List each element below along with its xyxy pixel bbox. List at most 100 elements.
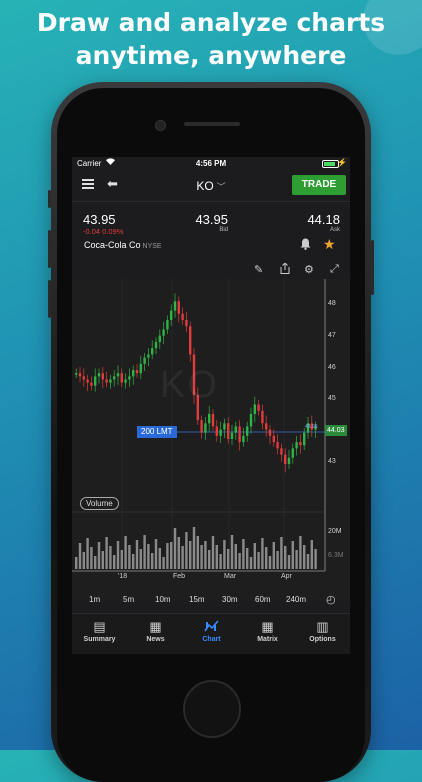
tab-label: Matrix <box>257 636 278 643</box>
draw-pen-icon[interactable]: ✎ <box>254 263 263 276</box>
trade-button[interactable]: TRADE <box>292 175 346 195</box>
volume-bar <box>189 541 192 569</box>
gear-icon[interactable]: ⚙ <box>304 263 314 276</box>
summary-icon: ▤ <box>93 619 106 634</box>
volume-bar <box>204 541 207 569</box>
expand-icon[interactable]: ⤢ <box>330 263 339 276</box>
candle-body <box>75 373 78 375</box>
clock-icon[interactable]: ◴ <box>326 593 336 606</box>
candle-body <box>94 376 97 386</box>
candle-body <box>101 373 104 380</box>
volume-bar <box>276 551 279 569</box>
volume-down-button <box>48 280 51 318</box>
candle-body <box>242 435 245 443</box>
candle-body <box>181 313 184 321</box>
limit-order-badge[interactable]: 200 LMT <box>137 426 177 438</box>
candle-body <box>223 423 226 430</box>
volume-bar <box>139 549 142 569</box>
candle-body <box>185 320 188 327</box>
mute-switch <box>48 190 51 208</box>
front-camera <box>155 120 166 131</box>
app-screen: Carrier 4:56 PM ⚡ ⬅ KO ﹀ TRADE 43.95 -0.0… <box>72 157 350 654</box>
headline-line-1: Draw and analyze charts <box>36 8 386 37</box>
nav-bar: ⬅ KO ﹀ TRADE <box>72 173 350 199</box>
company-name-text: Coca-Cola Co <box>84 240 141 250</box>
volume-bar <box>265 547 268 569</box>
volume-bar <box>261 538 264 569</box>
price-change: -0.04 0.09% <box>83 227 124 236</box>
tab-chart[interactable]: Chart <box>184 614 239 654</box>
y-tick-label: 43 <box>328 458 336 465</box>
candle-body <box>257 404 260 411</box>
interval-5m[interactable]: 5m <box>123 595 134 604</box>
candle-body <box>208 413 211 424</box>
exchange-label: NYSE <box>142 243 162 250</box>
candle-body <box>299 442 302 446</box>
volume-bar <box>287 555 291 569</box>
volume-bar <box>291 541 294 569</box>
candle-body <box>162 329 165 336</box>
volume-bar <box>154 539 158 569</box>
price-chart[interactable]: KO 48 47 46 45 43 20M 6.3M 43.95 44.03 2… <box>72 279 350 601</box>
volume-bar <box>234 544 237 569</box>
last-price: 43.95 <box>83 212 116 227</box>
home-button[interactable] <box>183 680 241 738</box>
volume-bar <box>78 543 82 569</box>
volume-bar <box>90 547 93 569</box>
chart-icon <box>184 619 239 635</box>
tab-news[interactable]: ▦ News <box>128 614 183 654</box>
volume-bar <box>227 549 230 569</box>
ticker-watermark: KO <box>160 364 219 406</box>
interval-30m[interactable]: 30m <box>222 595 238 604</box>
interval-1m[interactable]: 1m <box>89 595 100 604</box>
tab-options[interactable]: ▥ Options <box>295 614 350 654</box>
x-tick-label: Mar <box>224 573 237 580</box>
volume-bar <box>101 551 104 569</box>
volume-bar <box>215 545 218 569</box>
company-name: Coca-Cola Co NYSE <box>84 240 162 250</box>
candle-body <box>200 420 203 433</box>
earpiece-speaker <box>184 122 240 126</box>
volume-study-label[interactable]: Volume <box>80 497 119 510</box>
y-tick-label: 45 <box>328 395 336 402</box>
candle-body <box>116 373 120 377</box>
tab-matrix[interactable]: ▦ Matrix <box>240 614 295 654</box>
interval-15m[interactable]: 15m <box>189 595 205 604</box>
volume-bar <box>246 548 249 569</box>
interval-240m[interactable]: 240m <box>286 595 306 604</box>
volume-bar <box>105 537 108 569</box>
volume-bar <box>82 552 85 569</box>
y-tick-label: 48 <box>328 300 336 307</box>
volume-up-button <box>48 230 51 268</box>
candle-body <box>265 423 268 430</box>
volume-bar <box>120 550 123 569</box>
y-tick-label: 46 <box>328 364 336 371</box>
x-tick-label: Feb <box>173 573 186 580</box>
candle-body <box>230 432 234 439</box>
volume-bar <box>303 545 306 569</box>
quote-panel: 43.95 -0.04 0.09% 43.95 Bid 44.18 Ask Co… <box>72 201 350 262</box>
power-button <box>371 240 374 295</box>
interval-10m[interactable]: 10m <box>155 595 171 604</box>
volume-bar <box>196 536 199 569</box>
volume-bar <box>151 553 154 569</box>
volume-bar <box>230 535 234 569</box>
volume-bar <box>162 557 165 569</box>
tab-label: News <box>146 636 165 643</box>
candle-body <box>173 301 177 311</box>
volume-bar <box>310 540 313 569</box>
volume-bar <box>170 542 173 569</box>
star-icon[interactable]: ★ <box>323 236 336 253</box>
news-icon: ▦ <box>149 619 162 634</box>
tab-summary[interactable]: ▤ Summary <box>72 614 127 654</box>
volume-bar <box>284 546 287 569</box>
bell-icon[interactable] <box>300 238 311 253</box>
volume-bar <box>128 545 131 569</box>
share-icon[interactable] <box>280 262 290 277</box>
chart-canvas[interactable] <box>72 279 350 583</box>
interval-60m[interactable]: 60m <box>255 595 271 604</box>
volume-bar <box>200 545 203 569</box>
candle-body <box>113 376 116 380</box>
volume-bar <box>219 554 222 569</box>
options-icon: ▥ <box>316 619 329 634</box>
